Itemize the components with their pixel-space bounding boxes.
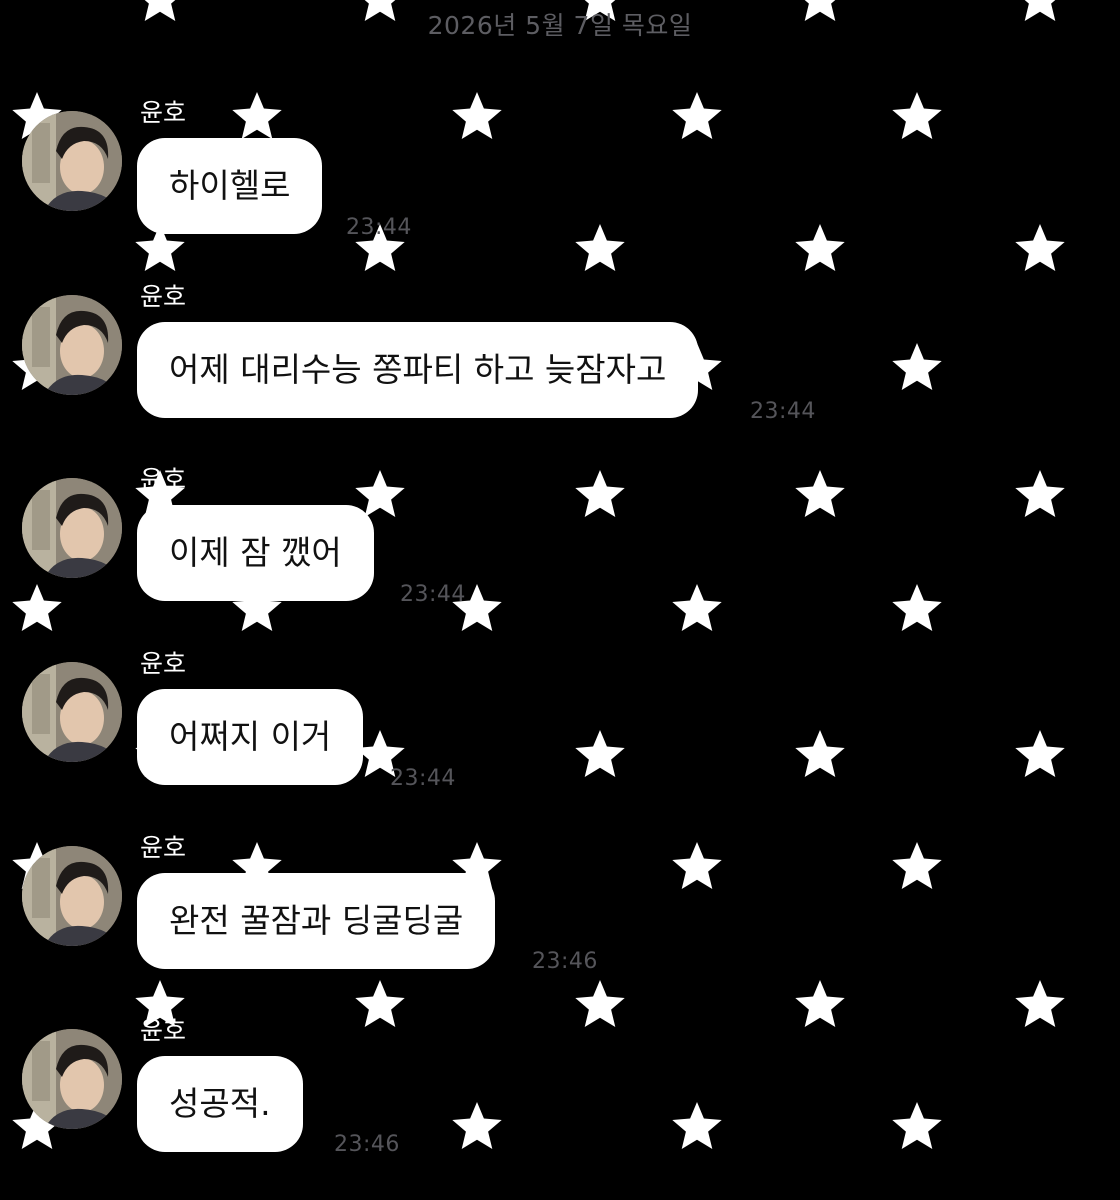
message-bubble[interactable]: 하이헬로 [137, 138, 323, 234]
message-row: 윤호 어쩌지 이거 23:44 [0, 649, 1120, 791]
sender-name: 윤호 [140, 833, 187, 862]
message-row: 윤호 이제 잠 깼어 23:44 [0, 465, 1120, 607]
sender-name: 윤호 [140, 282, 187, 311]
message-timestamp: 23:46 [334, 1132, 400, 1157]
message-timestamp: 23:44 [390, 766, 456, 791]
avatar[interactable] [22, 846, 122, 946]
message-timestamp: 23:46 [532, 949, 598, 974]
message-bubble[interactable]: 완전 꿀잠과 딩굴딩굴 [137, 873, 496, 969]
message-bubble[interactable]: 이제 잠 깼어 [137, 505, 374, 601]
message-bubble[interactable]: 성공적. [137, 1056, 303, 1152]
sender-name: 윤호 [140, 649, 187, 678]
message-timestamp: 23:44 [750, 399, 816, 424]
message-bubble[interactable]: 어제 대리수능 쫑파티 하고 늦잠자고 [137, 322, 699, 418]
avatar[interactable] [22, 662, 122, 762]
message-row: 윤호 성공적. 23:46 [0, 1016, 1120, 1157]
sender-name: 윤호 [140, 1016, 187, 1045]
avatar[interactable] [22, 111, 122, 211]
message-row: 윤호 하이헬로 23:44 [0, 98, 1120, 240]
chat-screen: 2026년 5월 7일 목요일 윤호 하이헬로 23:44 윤호 어제 대리수능… [0, 0, 1120, 1200]
avatar[interactable] [22, 295, 122, 395]
avatar[interactable] [22, 478, 122, 578]
message-bubble[interactable]: 어쩌지 이거 [137, 689, 364, 785]
sender-name: 윤호 [140, 98, 187, 127]
message-row: 윤호 완전 꿀잠과 딩굴딩굴 23:46 [0, 833, 1120, 974]
message-timestamp: 23:44 [400, 582, 466, 607]
avatar[interactable] [22, 1029, 122, 1129]
date-divider: 2026년 5월 7일 목요일 [427, 11, 693, 40]
message-row: 윤호 어제 대리수능 쫑파티 하고 늦잠자고 23:44 [0, 282, 1120, 424]
sender-name: 윤호 [140, 465, 187, 494]
message-timestamp: 23:44 [346, 215, 412, 240]
